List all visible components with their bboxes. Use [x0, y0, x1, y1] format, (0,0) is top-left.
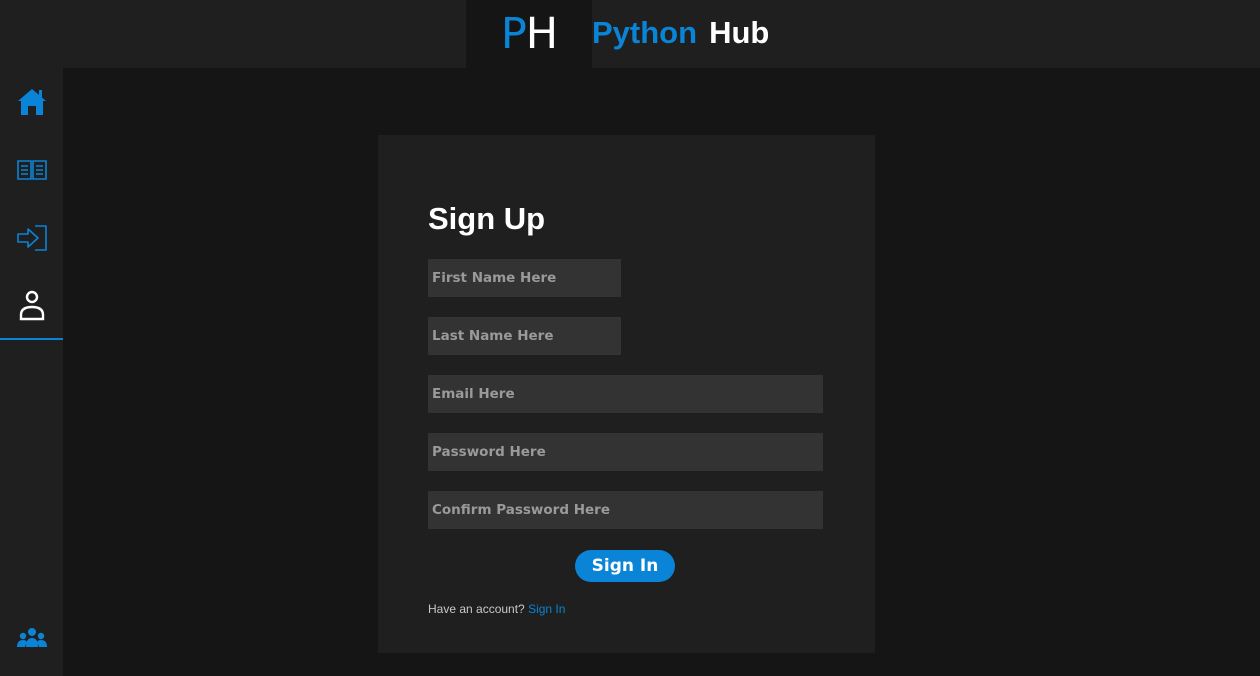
brand-title[interactable]: Python Hub: [592, 15, 769, 51]
page-title: Sign Up: [428, 201, 546, 236]
sidebar-item-library[interactable]: [0, 136, 63, 204]
password-field[interactable]: [428, 433, 823, 471]
confirm-password-field[interactable]: [428, 491, 823, 529]
signin-prompt: Have an account? Sign In: [428, 602, 565, 616]
signin-link[interactable]: Sign In: [528, 602, 565, 616]
users-group-icon: [16, 628, 47, 647]
signup-card: Sign Up Sign In Have an account? Sign In: [378, 135, 875, 653]
sidebar-item-home[interactable]: [0, 68, 63, 136]
top-bar: PH Python Hub: [0, 0, 1260, 68]
home-icon: [17, 89, 46, 115]
signin-prompt-text: Have an account?: [428, 602, 525, 616]
logo-letter-p: P: [500, 9, 527, 59]
login-arrow-icon: [16, 225, 47, 251]
submit-button[interactable]: Sign In: [575, 550, 675, 582]
sidebar-item-community[interactable]: [0, 604, 63, 672]
sidebar: [0, 68, 63, 676]
user-icon: [19, 290, 44, 321]
brand-title-hub: Hub: [709, 15, 770, 50]
brand-title-python: Python: [592, 15, 698, 50]
sidebar-item-profile[interactable]: [0, 272, 63, 340]
sidebar-item-login[interactable]: [0, 204, 63, 272]
last-name-field[interactable]: [428, 317, 621, 355]
book-icon: [16, 160, 47, 180]
logo-letter-h: H: [525, 9, 558, 59]
logo[interactable]: PH: [466, 0, 592, 68]
email-field[interactable]: [428, 375, 823, 413]
first-name-field[interactable]: [428, 259, 621, 297]
